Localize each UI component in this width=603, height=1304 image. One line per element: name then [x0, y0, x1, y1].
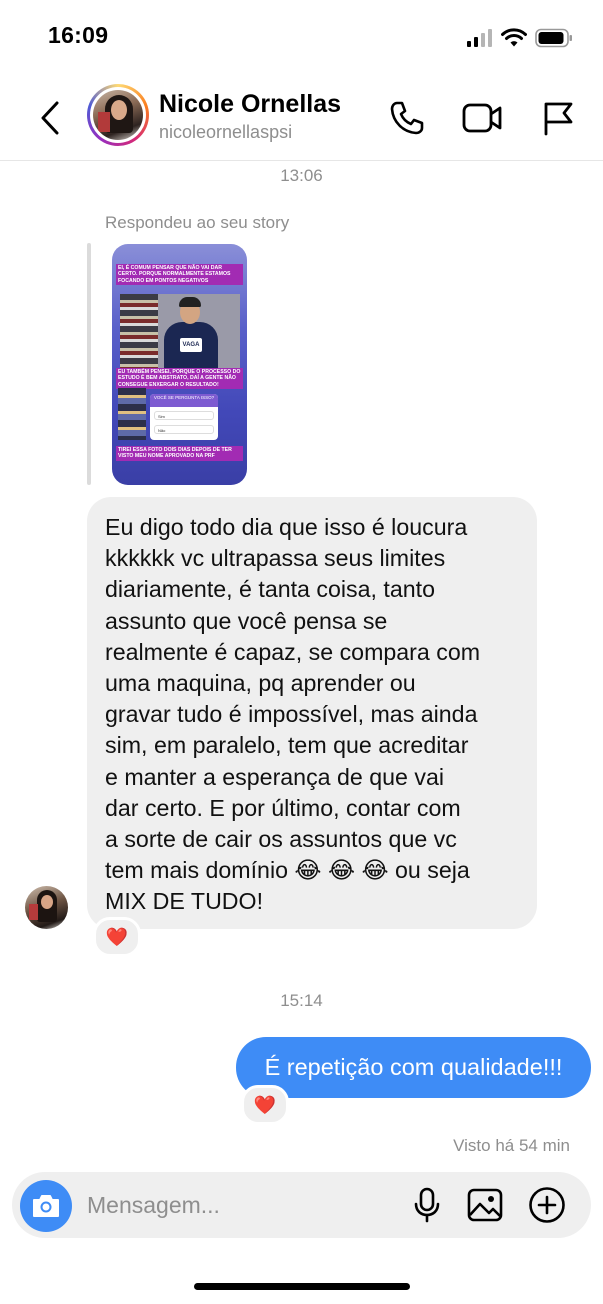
heart-icon: ❤️ [105, 926, 129, 947]
microphone-icon [414, 1187, 440, 1223]
heart-icon: ❤️ [253, 1094, 277, 1115]
incoming-message-bubble[interactable]: Eu digo todo dia que isso é loucura kkkk… [87, 497, 537, 929]
message-composer [12, 1172, 591, 1238]
back-chevron-icon [41, 101, 59, 135]
incoming-message-text: Eu digo todo dia que isso é loucura kkkk… [105, 514, 481, 915]
contact-handle: nicoleornellaspsi [159, 122, 293, 142]
outgoing-message-text: É repetição com qualidade!!! [264, 1054, 563, 1080]
voice-message-button[interactable] [407, 1185, 447, 1225]
back-button[interactable] [30, 96, 70, 140]
status-time: 16:09 [48, 22, 109, 48]
camera-button[interactable] [20, 1180, 72, 1232]
profile-avatar[interactable] [87, 84, 149, 146]
battery-icon [535, 28, 572, 48]
seen-status: Visto há 54 min [453, 1136, 570, 1155]
story-reply-note: Respondeu ao seu story [105, 213, 290, 232]
call-button[interactable] [385, 96, 429, 140]
gallery-button[interactable] [465, 1185, 505, 1225]
more-options-button[interactable] [527, 1185, 567, 1225]
wifi-icon [501, 28, 527, 47]
poll-option: Sim [154, 411, 214, 420]
poll-option: Não [154, 425, 214, 434]
story-photo: VAGA [120, 294, 240, 374]
story-caption-3: TIREI ESSA FOTO DOIS DIAS DEPOIS DE TER … [116, 446, 243, 461]
status-icons [467, 26, 573, 50]
timestamp: 13:06 [280, 166, 323, 185]
shirt-logo-text: VAGA [180, 338, 202, 352]
story-thumbnail[interactable]: EI, É COMUM PENSAR QUE NÃO VAI DAR CERTO… [112, 244, 247, 485]
sender-avatar[interactable] [25, 886, 68, 929]
timestamp: 15:14 [280, 991, 323, 1010]
video-call-button[interactable] [460, 96, 504, 140]
story-caption-1: EI, É COMUM PENSAR QUE NÃO VAI DAR CERTO… [116, 264, 243, 285]
story-books-image [118, 388, 146, 440]
outgoing-reaction[interactable]: ❤️ [241, 1085, 289, 1125]
story-poll: VOCÊ SE PERGUNTA ISSO? Sim Não [150, 394, 218, 440]
flag-icon [544, 102, 573, 136]
report-button[interactable] [536, 96, 580, 140]
home-indicator[interactable] [194, 1283, 410, 1290]
camera-icon [33, 1195, 59, 1217]
poll-question: VOCÊ SE PERGUNTA ISSO? [150, 394, 218, 407]
reply-indicator-bar [87, 243, 91, 485]
message-input[interactable] [87, 1186, 387, 1224]
incoming-reaction[interactable]: ❤️ [93, 917, 141, 957]
chat-header: Nicole Ornellas nicoleornellaspsi [0, 78, 603, 161]
outgoing-message-bubble[interactable]: É repetição com qualidade!!! [236, 1037, 591, 1098]
contact-name[interactable]: Nicole Ornellas [159, 90, 341, 119]
story-caption-2: EU TAMBÉM PENSEI, PORQUE O PROCESSO DO E… [116, 368, 243, 389]
gallery-icon [467, 1188, 503, 1222]
video-camera-icon [462, 103, 502, 133]
phone-icon [390, 101, 424, 135]
cellular-signal-icon [467, 29, 492, 47]
plus-circle-icon [529, 1187, 565, 1223]
